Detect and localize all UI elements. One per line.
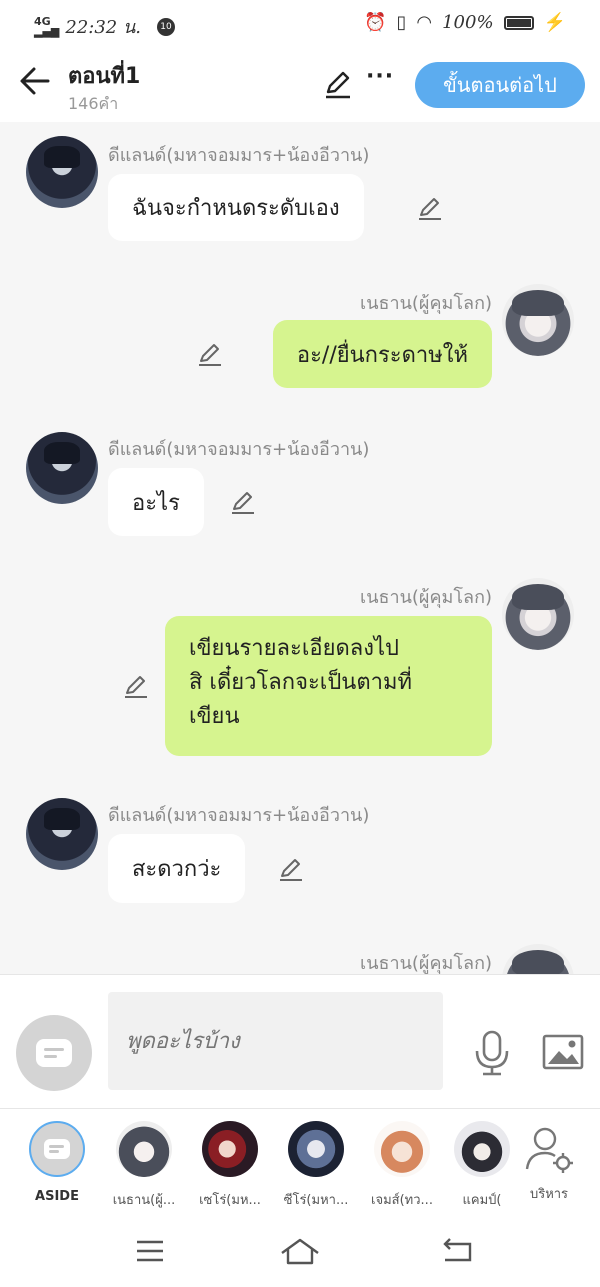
character-label: เซโร่(มห... bbox=[199, 1193, 261, 1208]
character-label: ซีโร่(มหา... bbox=[283, 1193, 349, 1208]
avatar bbox=[374, 1121, 430, 1177]
message-text: เขียน bbox=[189, 704, 240, 729]
wifi-icon: ◠ bbox=[416, 12, 433, 33]
avatar bbox=[202, 1121, 258, 1177]
back-arrow-icon[interactable] bbox=[18, 64, 52, 98]
message-bubble[interactable]: เขียนรายละเอียดลงไป สิ เดี๋ยวโลกจะเป็นตา… bbox=[165, 616, 492, 756]
character-item[interactable]: เซโร่(มห... bbox=[185, 1121, 275, 1210]
battery-percent: 100% bbox=[442, 12, 494, 33]
word-count: 146คำ bbox=[68, 94, 119, 113]
avatar[interactable] bbox=[26, 798, 98, 870]
more-options-icon[interactable]: ··· bbox=[366, 64, 394, 89]
notification-badge: 10 bbox=[157, 17, 176, 36]
message-bubble[interactable]: อะไร bbox=[108, 468, 204, 536]
avatar[interactable] bbox=[502, 578, 574, 650]
edit-message-icon[interactable] bbox=[277, 855, 305, 883]
character-item[interactable]: เนธาน(ผู้... bbox=[99, 1121, 189, 1210]
message-text: สิ เดี๋ยวโลกจะเป็นตามที่ bbox=[189, 670, 412, 695]
signal-icon: 4G ▂▄▆ bbox=[34, 14, 60, 38]
avatar bbox=[288, 1121, 344, 1177]
message-text: อะไร bbox=[132, 490, 180, 516]
aside-toggle-button[interactable] bbox=[16, 1015, 92, 1091]
message-text: อะ//ยื่นกระดาษให้ bbox=[296, 342, 468, 368]
status-time: 22:32 น. bbox=[65, 17, 142, 38]
edit-message-icon[interactable] bbox=[229, 488, 257, 516]
message-bubble[interactable]: สะดวกว่ะ bbox=[108, 834, 246, 903]
user-settings-icon bbox=[525, 1127, 573, 1173]
aside-icon bbox=[29, 1121, 85, 1177]
character-label: ASIDE bbox=[35, 1189, 79, 1204]
character-item[interactable]: ซีโร่(มหา... bbox=[271, 1121, 361, 1210]
alarm-icon: ⏰ bbox=[364, 12, 387, 33]
message-bubble[interactable]: ฉันจะกำหนดระดับเอง bbox=[108, 174, 364, 241]
message-bubble[interactable]: อะ//ยื่นกระดาษให้ bbox=[272, 320, 492, 388]
page-title: ตอนที่1 bbox=[68, 64, 141, 89]
speaker-name: เนธาน(ผู้คุมโลก) bbox=[360, 953, 492, 974]
microphone-icon[interactable] bbox=[472, 1029, 512, 1077]
character-item[interactable]: เจมส์(ทว... bbox=[357, 1121, 447, 1210]
home-icon[interactable] bbox=[280, 1236, 320, 1266]
speaker-name: ดีแลนด์(มหาจอมมาร+น้องอีวาน) bbox=[108, 439, 370, 460]
next-step-button[interactable]: ขั้นตอนต่อไป bbox=[415, 62, 585, 108]
edit-message-icon[interactable] bbox=[416, 194, 444, 222]
edit-message-icon[interactable] bbox=[196, 340, 224, 368]
composer bbox=[0, 974, 600, 1108]
avatar[interactable] bbox=[26, 136, 98, 208]
character-aside[interactable]: ASIDE bbox=[12, 1121, 102, 1204]
back-icon[interactable] bbox=[437, 1236, 477, 1266]
speaker-name: ดีแลนด์(มหาจอมมาร+น้องอีวาน) bbox=[108, 145, 370, 166]
avatar[interactable] bbox=[502, 944, 574, 974]
vibrate-icon: ▯ bbox=[396, 12, 407, 33]
chat-area[interactable]: ดีแลนด์(มหาจอมมาร+น้องอีวาน) ฉันจะกำหนดร… bbox=[0, 122, 600, 974]
avatar bbox=[116, 1121, 172, 1177]
message-input[interactable] bbox=[108, 992, 443, 1090]
message-text: ฉันจะกำหนดระดับเอง bbox=[132, 196, 340, 221]
aside-icon bbox=[36, 1039, 72, 1067]
speaker-name: ดีแลนด์(มหาจอมมาร+น้องอีวาน) bbox=[108, 805, 370, 826]
avatar bbox=[454, 1121, 510, 1177]
avatar[interactable] bbox=[502, 284, 574, 356]
menu-icon[interactable] bbox=[130, 1236, 170, 1266]
avatar[interactable] bbox=[26, 432, 98, 504]
charging-icon: ⚡ bbox=[543, 12, 566, 33]
character-label: เจมส์(ทว... bbox=[371, 1193, 433, 1208]
header: ตอนที่1 146คำ ··· ขั้นตอนต่อไป bbox=[0, 48, 600, 122]
manage-characters-button[interactable]: บริหาร bbox=[504, 1121, 594, 1204]
message-text: สะดวกว่ะ bbox=[132, 857, 222, 882]
speaker-name: เนธาน(ผู้คุมโลก) bbox=[360, 293, 492, 314]
status-bar: 4G ▂▄▆ 22:32 น. 10 ⏰ ▯ ◠ 100% ⚡ bbox=[0, 0, 600, 48]
character-label: บริหาร bbox=[529, 1187, 569, 1202]
edit-title-icon[interactable] bbox=[322, 68, 354, 100]
speaker-name: เนธาน(ผู้คุมโลก) bbox=[360, 587, 492, 608]
system-nav-bar bbox=[0, 1218, 600, 1287]
edit-message-icon[interactable] bbox=[122, 672, 150, 700]
battery-icon bbox=[503, 15, 534, 30]
character-bar: ASIDE เนธาน(ผู้... เซโร่(มห... ซีโร่(มหา… bbox=[0, 1108, 600, 1218]
character-label: เนธาน(ผู้... bbox=[112, 1193, 176, 1208]
message-text: เขียนรายละเอียดลงไป bbox=[189, 636, 400, 661]
image-icon[interactable] bbox=[542, 1033, 584, 1071]
